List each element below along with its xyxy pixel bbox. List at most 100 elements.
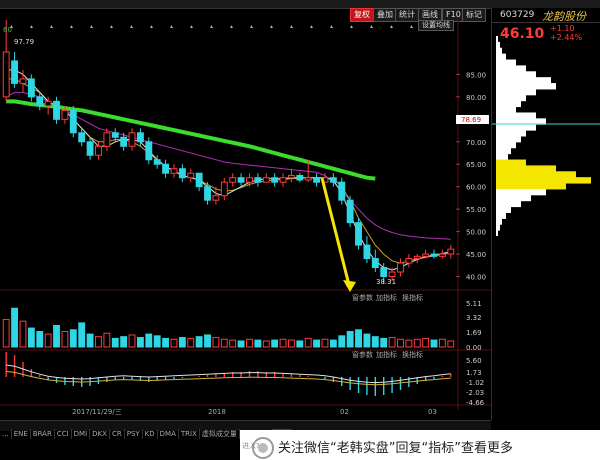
svg-text:▴: ▴: [170, 23, 173, 30]
chip-bar: [496, 200, 521, 208]
enter-link[interactable]: 进入?: [242, 441, 260, 451]
candle-body: [254, 177, 262, 183]
date-label: 2017/11/29/三: [72, 408, 122, 416]
volume-bar: [19, 320, 27, 348]
candle-body: [128, 132, 136, 147]
volume-bar: [287, 339, 295, 348]
candle-body: [371, 258, 379, 269]
price-tick: 45.00: [466, 251, 486, 259]
moving-averages: [5, 69, 451, 271]
indicator-tab[interactable]: DMA: [158, 429, 179, 439]
indicator-tab[interactable]: CR: [110, 429, 125, 439]
volume-bar: [355, 329, 362, 348]
candle-body: [111, 132, 119, 138]
candle-body: [136, 132, 144, 143]
candle-body: [397, 262, 404, 273]
chip-bar: [496, 177, 591, 184]
window-params-button-2[interactable]: 窗参数: [352, 350, 373, 359]
svg-text:▴: ▴: [70, 23, 73, 30]
volume-bar: [405, 339, 413, 348]
swap-indicator-button-2[interactable]: 换指标: [402, 350, 423, 359]
indicator-tab[interactable]: 虚拟成交量: [200, 429, 240, 439]
low-price-label: 38.31: [376, 278, 396, 286]
svg-text:▴: ▴: [350, 23, 353, 30]
high-price-label: 97.79: [14, 38, 34, 46]
add-indicator-button[interactable]: 加指标: [376, 293, 397, 302]
volume-bar: [44, 333, 52, 348]
macd-tick: 5.60: [466, 357, 482, 365]
volume-bar: [262, 340, 270, 348]
chip-bar: [496, 183, 566, 190]
candlesticks: [2, 20, 455, 285]
volume-bar: [53, 324, 60, 348]
candle-body: [27, 78, 35, 98]
volume-bar: [447, 340, 455, 348]
kline-chart[interactable]: ▴▴▴▴▴▴▴▴▴▴▴▴▴▴▴▴▴▴▴▴▴▴ 85.0080.0075.0070…: [0, 20, 491, 420]
volume-bar: [170, 338, 178, 348]
volume-bar: [438, 338, 446, 348]
svg-text:▴: ▴: [310, 23, 313, 30]
volume-bar: [313, 339, 321, 348]
volume-bar: [380, 337, 388, 348]
volume-bar: [128, 334, 136, 348]
chip-bar: [496, 171, 576, 178]
chip-bar: [496, 106, 516, 113]
volume-bar: [195, 336, 203, 348]
svg-text:▴: ▴: [190, 23, 193, 30]
indicator-tab[interactable]: TRIX: [179, 429, 200, 439]
price-highlight-label: 78.69: [461, 116, 481, 124]
candle-body: [212, 195, 220, 201]
volume-bar: [229, 339, 237, 348]
indicator-tab[interactable]: DKX: [90, 429, 110, 439]
volume-bar: [136, 337, 144, 348]
svg-text:▴: ▴: [290, 23, 293, 30]
candle-body: [413, 255, 421, 260]
svg-text:▴: ▴: [430, 23, 433, 30]
swap-indicator-button[interactable]: 换指标: [402, 293, 423, 302]
volume-bar: [304, 337, 312, 348]
chip-bar: [496, 59, 516, 66]
price-tick: 50.00: [466, 229, 486, 237]
volume-tick: 0.00: [466, 344, 482, 352]
panel-buttons: 窗参数 加指标 换指标 窗参数 加指标 换指标: [352, 293, 423, 359]
price-tick: 40.00: [466, 274, 486, 282]
price-tick: 55.00: [466, 206, 486, 214]
indicator-tab[interactable]: DMI: [72, 429, 91, 439]
add-indicator-button-2[interactable]: 加指标: [376, 350, 397, 359]
date-label: 2018: [208, 408, 226, 416]
candle-body: [279, 177, 287, 183]
volume-bar: [78, 322, 86, 348]
volume-bar: [86, 333, 94, 348]
volume-bar: [246, 338, 253, 348]
macd-tick: -4.66: [466, 399, 485, 407]
chip-bar: [496, 100, 521, 108]
volume-bar: [178, 337, 186, 348]
svg-text:▴: ▴: [90, 23, 93, 30]
indicator-tab[interactable]: CCI: [55, 429, 72, 439]
candle-body: [355, 222, 362, 246]
indicator-tab[interactable]: PSY: [125, 429, 143, 439]
indicator-tab[interactable]: KD: [143, 429, 158, 439]
chip-bar: [496, 165, 556, 172]
chip-bar: [496, 159, 526, 166]
price-tick: 60.00: [466, 184, 486, 192]
chip-bar: [496, 218, 502, 225]
svg-text:▴: ▴: [230, 23, 233, 30]
price-axis: 85.0080.0075.0070.0065.0060.0055.0050.00…: [456, 71, 486, 282]
price-tick: 70.00: [466, 139, 486, 147]
price-tick: 85.00: [466, 71, 486, 79]
macd-tick: 1.73: [466, 369, 482, 377]
volume-bar: [321, 338, 329, 348]
date-label: 03: [428, 408, 437, 416]
indicator-tab[interactable]: ...: [0, 429, 12, 439]
price-tick: 80.00: [466, 94, 486, 102]
chip-bar: [496, 94, 526, 102]
indicator-tab[interactable]: BRAR: [31, 429, 55, 439]
indicator-tab[interactable]: ENE: [12, 429, 31, 439]
window-params-button[interactable]: 窗参数: [352, 293, 373, 302]
candle-body: [61, 109, 69, 120]
candle-body: [95, 145, 102, 156]
volume-bar: [371, 336, 379, 348]
candle-body: [262, 177, 270, 183]
ma-white-line: [6, 69, 451, 271]
